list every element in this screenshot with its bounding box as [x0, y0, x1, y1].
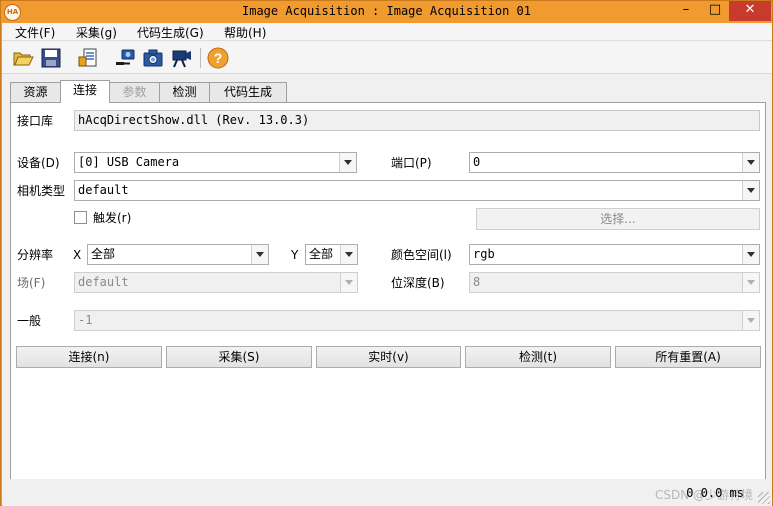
snap-camera-icon[interactable] — [142, 47, 164, 69]
status-timing: 0 0.0 ms — [686, 486, 744, 500]
bitdepth-value: 8 — [473, 275, 481, 289]
snap-button[interactable]: 采集(S) — [166, 346, 312, 368]
client-area: 文件(F) 采集(g) 代码生成(G) 帮助(H) ? 资源 连接 参数 检测 … — [2, 23, 772, 506]
menu-file[interactable]: 文件(F) — [15, 24, 55, 41]
general-value: -1 — [78, 313, 93, 327]
svg-text:?: ? — [214, 50, 223, 66]
field-combo: default — [74, 272, 358, 293]
trigger-label: 触发(r) — [93, 211, 132, 225]
chevron-down-icon[interactable] — [251, 245, 268, 264]
divider — [17, 302, 759, 303]
divider — [17, 336, 759, 337]
resolution-x-label: X — [73, 248, 82, 262]
menu-code-generation[interactable]: 代码生成(G) — [137, 24, 204, 41]
port-value: 0 — [473, 155, 481, 169]
colorspace-label: 颜色空间(l) — [391, 248, 452, 262]
resolution-x-value: 全部 — [91, 247, 116, 261]
bitdepth-combo: 8 — [469, 272, 760, 293]
resolution-x-combo[interactable]: 全部 — [87, 244, 269, 265]
tab-resources[interactable]: 资源 — [10, 82, 61, 102]
close-button[interactable]: ✕ — [729, 1, 771, 21]
window-title: Image Acquisition : Image Acquisition 01 — [242, 4, 531, 18]
port-label: 端口(P) — [391, 156, 432, 170]
live-button[interactable]: 实时(v) — [316, 346, 461, 368]
general-label: 一般 — [17, 314, 42, 328]
camera-type-value: default — [78, 183, 129, 197]
resolution-y-combo[interactable]: 全部 — [305, 244, 358, 265]
tab-inspection[interactable]: 检测 — [159, 82, 210, 102]
port-combo[interactable]: 0 — [469, 152, 760, 173]
trigger-checkbox[interactable] — [74, 211, 87, 224]
title-bar[interactable]: HA Image Acquisition : Image Acquisition… — [1, 1, 772, 23]
menu-bar: 文件(F) 采集(g) 代码生成(G) 帮助(H) — [2, 23, 772, 41]
menu-acquire[interactable]: 采集(g) — [76, 24, 117, 41]
chevron-down-icon — [742, 273, 759, 292]
resolution-y-label: Y — [291, 248, 299, 262]
device-combo[interactable]: [0] USB Camera — [74, 152, 357, 173]
resolution-label: 分辨率 — [17, 248, 54, 262]
camera-type-label: 相机类型 — [17, 184, 66, 198]
divider — [17, 234, 759, 235]
device-label: 设备(D) — [17, 156, 60, 170]
connect-camera-icon[interactable] — [114, 47, 136, 69]
field-label: 场(F) — [17, 276, 46, 290]
help-icon[interactable]: ? — [207, 47, 229, 69]
chevron-down-icon[interactable] — [340, 245, 357, 264]
chevron-down-icon[interactable] — [742, 245, 759, 264]
chevron-down-icon[interactable] — [339, 153, 356, 172]
maximize-button[interactable]: □ — [701, 1, 729, 21]
inspect-button[interactable]: 检测(t) — [465, 346, 611, 368]
toolbar-separator — [200, 48, 201, 68]
interface-library-field: hAcqDirectShow.dll (Rev. 13.0.3) — [74, 110, 760, 131]
menu-help[interactable]: 帮助(H) — [224, 24, 266, 41]
resize-grip[interactable] — [758, 492, 770, 504]
application-window: HA Image Acquisition : Image Acquisition… — [0, 0, 773, 506]
resolution-y-value: 全部 — [309, 247, 334, 261]
chevron-down-icon[interactable] — [742, 153, 759, 172]
live-camera-icon[interactable] — [171, 47, 193, 69]
bitdepth-label: 位深度(B) — [391, 276, 445, 290]
general-combo: -1 — [74, 310, 760, 331]
chevron-down-icon[interactable] — [742, 181, 759, 200]
field-value: default — [78, 275, 129, 289]
tab-parameters: 参数 — [109, 82, 160, 102]
chevron-down-icon — [340, 273, 357, 292]
chevron-down-icon — [742, 311, 759, 330]
toolbar: ? — [2, 42, 772, 74]
minimize-button[interactable]: – — [672, 1, 700, 21]
open-folder-icon[interactable] — [12, 47, 34, 69]
select-button: 选择... — [476, 208, 760, 230]
divider — [17, 142, 759, 143]
device-value: [0] USB Camera — [78, 155, 180, 169]
save-icon[interactable] — [40, 47, 62, 69]
camera-type-combo[interactable]: default — [74, 180, 760, 201]
interface-label: 接口库 — [17, 114, 54, 128]
generate-code-icon[interactable] — [77, 47, 99, 69]
tab-code-generation[interactable]: 代码生成 — [209, 82, 287, 102]
connection-panel: 接口库 hAcqDirectShow.dll (Rev. 13.0.3) 设备(… — [10, 102, 766, 496]
connect-button[interactable]: 连接(n) — [16, 346, 162, 368]
status-bar: CSDN @少游特境 0 0.0 ms — [2, 479, 772, 506]
tab-connection[interactable]: 连接 — [60, 80, 110, 103]
colorspace-combo[interactable]: rgb — [469, 244, 760, 265]
reset-all-button[interactable]: 所有重置(A) — [615, 346, 761, 368]
colorspace-value: rgb — [473, 247, 495, 261]
